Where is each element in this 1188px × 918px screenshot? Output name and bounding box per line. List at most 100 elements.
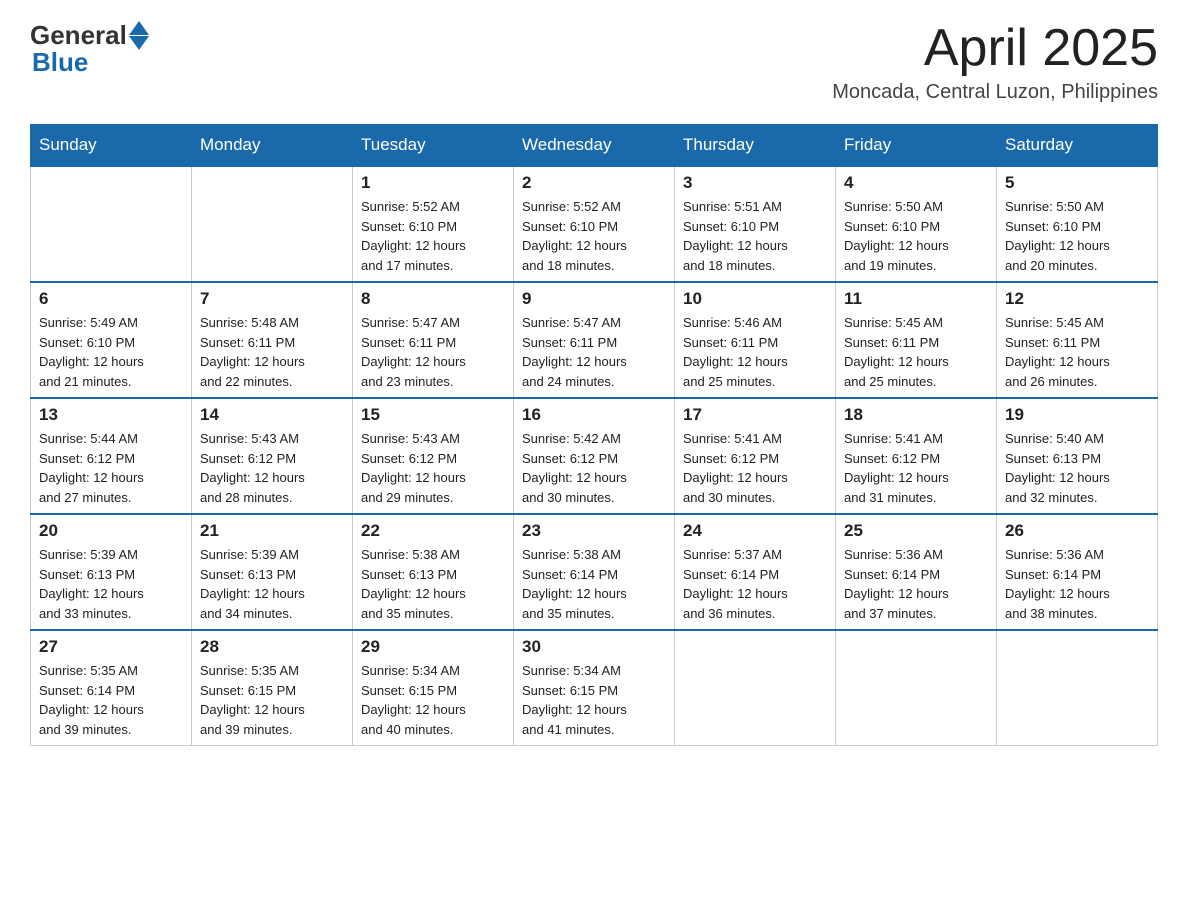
day-number: 8 <box>361 289 505 309</box>
day-number: 20 <box>39 521 183 541</box>
day-info: Sunrise: 5:46 AM Sunset: 6:11 PM Dayligh… <box>683 313 827 391</box>
day-info: Sunrise: 5:40 AM Sunset: 6:13 PM Dayligh… <box>1005 429 1149 507</box>
table-row: 9 Sunrise: 5:47 AM Sunset: 6:11 PM Daylig… <box>514 282 675 398</box>
day-info: Sunrise: 5:35 AM Sunset: 6:15 PM Dayligh… <box>200 661 344 739</box>
table-row: 7 Sunrise: 5:48 AM Sunset: 6:11 PM Daylig… <box>192 282 353 398</box>
title-block: April 2025 Moncada, Central Luzon, Phili… <box>832 20 1158 104</box>
day-number: 25 <box>844 521 988 541</box>
table-row: 23 Sunrise: 5:38 AM Sunset: 6:14 PM Dayli… <box>514 514 675 630</box>
table-row: 30 Sunrise: 5:34 AM Sunset: 6:15 PM Dayli… <box>514 630 675 746</box>
day-info: Sunrise: 5:44 AM Sunset: 6:12 PM Dayligh… <box>39 429 183 507</box>
calendar-week-row: 13 Sunrise: 5:44 AM Sunset: 6:12 PM Dayli… <box>31 398 1158 514</box>
calendar-week-row: 27 Sunrise: 5:35 AM Sunset: 6:14 PM Dayli… <box>31 630 1158 746</box>
day-number: 4 <box>844 173 988 193</box>
table-row: 19 Sunrise: 5:40 AM Sunset: 6:13 PM Dayli… <box>997 398 1158 514</box>
day-number: 5 <box>1005 173 1149 193</box>
table-row: 17 Sunrise: 5:41 AM Sunset: 6:12 PM Dayli… <box>675 398 836 514</box>
day-info: Sunrise: 5:42 AM Sunset: 6:12 PM Dayligh… <box>522 429 666 507</box>
day-number: 28 <box>200 637 344 657</box>
day-info: Sunrise: 5:52 AM Sunset: 6:10 PM Dayligh… <box>522 197 666 275</box>
day-number: 2 <box>522 173 666 193</box>
day-info: Sunrise: 5:41 AM Sunset: 6:12 PM Dayligh… <box>844 429 988 507</box>
header-friday: Friday <box>836 125 997 167</box>
day-info: Sunrise: 5:41 AM Sunset: 6:12 PM Dayligh… <box>683 429 827 507</box>
day-info: Sunrise: 5:50 AM Sunset: 6:10 PM Dayligh… <box>844 197 988 275</box>
day-number: 11 <box>844 289 988 309</box>
day-number: 27 <box>39 637 183 657</box>
calendar-week-row: 1 Sunrise: 5:52 AM Sunset: 6:10 PM Daylig… <box>31 166 1158 282</box>
table-row: 11Sunrise: 5:45 AM Sunset: 6:11 PM Dayli… <box>836 282 997 398</box>
header-saturday: Saturday <box>997 125 1158 167</box>
table-row: 13 Sunrise: 5:44 AM Sunset: 6:12 PM Dayli… <box>31 398 192 514</box>
day-info: Sunrise: 5:38 AM Sunset: 6:14 PM Dayligh… <box>522 545 666 623</box>
table-row: 16 Sunrise: 5:42 AM Sunset: 6:12 PM Dayli… <box>514 398 675 514</box>
header-monday: Monday <box>192 125 353 167</box>
table-row: 18Sunrise: 5:41 AM Sunset: 6:12 PM Dayli… <box>836 398 997 514</box>
table-row: 28 Sunrise: 5:35 AM Sunset: 6:15 PM Dayli… <box>192 630 353 746</box>
table-row: 26 Sunrise: 5:36 AM Sunset: 6:14 PM Dayli… <box>997 514 1158 630</box>
table-row: 2 Sunrise: 5:52 AM Sunset: 6:10 PM Daylig… <box>514 166 675 282</box>
day-info: Sunrise: 5:43 AM Sunset: 6:12 PM Dayligh… <box>361 429 505 507</box>
day-number: 19 <box>1005 405 1149 425</box>
day-info: Sunrise: 5:51 AM Sunset: 6:10 PM Dayligh… <box>683 197 827 275</box>
day-number: 15 <box>361 405 505 425</box>
day-number: 24 <box>683 521 827 541</box>
day-number: 16 <box>522 405 666 425</box>
table-row: 25 Sunrise: 5:36 AM Sunset: 6:14 PM Dayli… <box>836 514 997 630</box>
table-row: 27 Sunrise: 5:35 AM Sunset: 6:14 PM Dayli… <box>31 630 192 746</box>
day-info: Sunrise: 5:52 AM Sunset: 6:10 PM Dayligh… <box>361 197 505 275</box>
day-number: 26 <box>1005 521 1149 541</box>
calendar-week-row: 6Sunrise: 5:49 AM Sunset: 6:10 PM Daylig… <box>31 282 1158 398</box>
day-number: 10 <box>683 289 827 309</box>
table-row: 12Sunrise: 5:45 AM Sunset: 6:11 PM Dayli… <box>997 282 1158 398</box>
table-row: 4 Sunrise: 5:50 AM Sunset: 6:10 PM Daylig… <box>836 166 997 282</box>
day-info: Sunrise: 5:38 AM Sunset: 6:13 PM Dayligh… <box>361 545 505 623</box>
page-header: General Blue April 2025 Moncada, Central… <box>30 20 1158 104</box>
logo: General Blue <box>30 20 149 78</box>
day-number: 13 <box>39 405 183 425</box>
day-info: Sunrise: 5:39 AM Sunset: 6:13 PM Dayligh… <box>200 545 344 623</box>
header-thursday: Thursday <box>675 125 836 167</box>
table-row: 15 Sunrise: 5:43 AM Sunset: 6:12 PM Dayli… <box>353 398 514 514</box>
day-info: Sunrise: 5:36 AM Sunset: 6:14 PM Dayligh… <box>844 545 988 623</box>
day-info: Sunrise: 5:48 AM Sunset: 6:11 PM Dayligh… <box>200 313 344 391</box>
day-number: 9 <box>522 289 666 309</box>
day-info: Sunrise: 5:34 AM Sunset: 6:15 PM Dayligh… <box>522 661 666 739</box>
day-info: Sunrise: 5:50 AM Sunset: 6:10 PM Dayligh… <box>1005 197 1149 275</box>
day-info: Sunrise: 5:49 AM Sunset: 6:10 PM Dayligh… <box>39 313 183 391</box>
table-row: 21Sunrise: 5:39 AM Sunset: 6:13 PM Dayli… <box>192 514 353 630</box>
day-number: 29 <box>361 637 505 657</box>
day-info: Sunrise: 5:35 AM Sunset: 6:14 PM Dayligh… <box>39 661 183 739</box>
day-info: Sunrise: 5:34 AM Sunset: 6:15 PM Dayligh… <box>361 661 505 739</box>
header-tuesday: Tuesday <box>353 125 514 167</box>
calendar-week-row: 20 Sunrise: 5:39 AM Sunset: 6:13 PM Dayli… <box>31 514 1158 630</box>
table-row: 24Sunrise: 5:37 AM Sunset: 6:14 PM Dayli… <box>675 514 836 630</box>
table-row: 14Sunrise: 5:43 AM Sunset: 6:12 PM Dayli… <box>192 398 353 514</box>
table-row <box>836 630 997 746</box>
day-number: 23 <box>522 521 666 541</box>
table-row: 3Sunrise: 5:51 AM Sunset: 6:10 PM Daylig… <box>675 166 836 282</box>
day-number: 1 <box>361 173 505 193</box>
table-row: 29 Sunrise: 5:34 AM Sunset: 6:15 PM Dayli… <box>353 630 514 746</box>
day-number: 22 <box>361 521 505 541</box>
table-row <box>31 166 192 282</box>
table-row: 20Sunrise: 5:39 AM Sunset: 6:13 PM Dayli… <box>31 514 192 630</box>
day-number: 12 <box>1005 289 1149 309</box>
table-row <box>997 630 1158 746</box>
calendar-header-row: Sunday Monday Tuesday Wednesday Thursday… <box>31 125 1158 167</box>
location-subtitle: Moncada, Central Luzon, Philippines <box>832 81 1158 104</box>
day-info: Sunrise: 5:47 AM Sunset: 6:11 PM Dayligh… <box>522 313 666 391</box>
header-wednesday: Wednesday <box>514 125 675 167</box>
logo-blue-text: Blue <box>32 47 88 78</box>
day-info: Sunrise: 5:43 AM Sunset: 6:12 PM Dayligh… <box>200 429 344 507</box>
day-number: 30 <box>522 637 666 657</box>
day-number: 17 <box>683 405 827 425</box>
table-row: 6Sunrise: 5:49 AM Sunset: 6:10 PM Daylig… <box>31 282 192 398</box>
table-row: 22 Sunrise: 5:38 AM Sunset: 6:13 PM Dayli… <box>353 514 514 630</box>
table-row: 5 Sunrise: 5:50 AM Sunset: 6:10 PM Daylig… <box>997 166 1158 282</box>
day-number: 7 <box>200 289 344 309</box>
month-year-title: April 2025 <box>832 20 1158 77</box>
day-info: Sunrise: 5:36 AM Sunset: 6:14 PM Dayligh… <box>1005 545 1149 623</box>
calendar-table: Sunday Monday Tuesday Wednesday Thursday… <box>30 124 1158 746</box>
table-row: 10 Sunrise: 5:46 AM Sunset: 6:11 PM Dayli… <box>675 282 836 398</box>
